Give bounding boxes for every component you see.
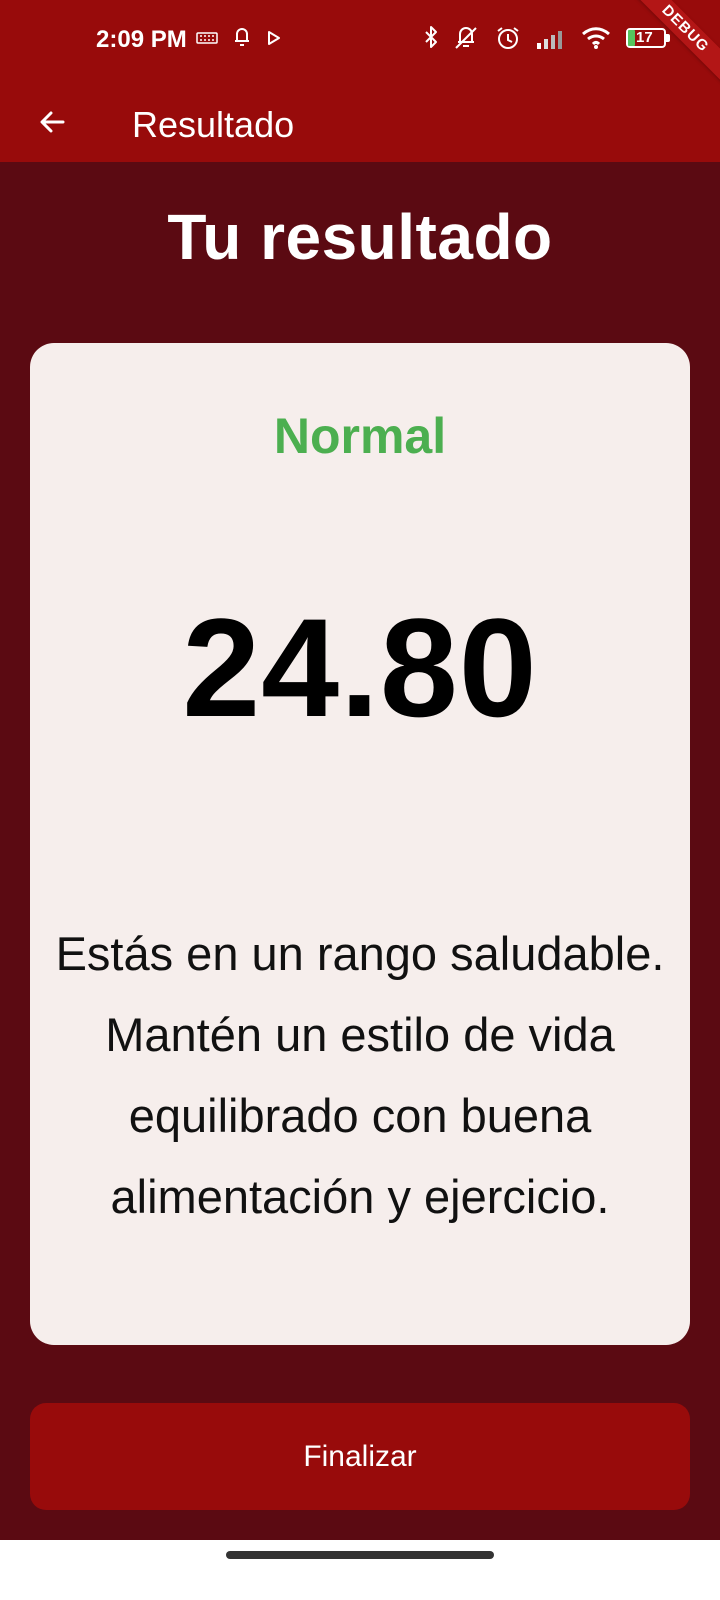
battery-level: 17 — [636, 29, 653, 46]
wifi-icon — [580, 26, 612, 50]
result-card: Normal 24.80 Estás en un rango saludable… — [30, 343, 690, 1345]
sim-card-icon — [196, 31, 218, 45]
finish-button-label: Finalizar — [303, 1439, 417, 1473]
arrow-left-icon — [37, 107, 67, 142]
result-description: Estás en un rango saludable. Mantén un e… — [55, 927, 665, 1223]
bmi-category: Normal — [273, 408, 447, 464]
alarm-icon — [494, 24, 522, 52]
page-title: Tu resultado — [167, 201, 553, 273]
battery-icon: 17 — [626, 27, 672, 49]
status-time: 2:09 PM — [96, 26, 187, 53]
notification-icon — [232, 27, 252, 49]
signal-icon — [536, 26, 566, 50]
mute-icon — [452, 24, 480, 52]
app-title: Resultado — [132, 104, 295, 145]
bottom-gesture-area — [0, 1540, 720, 1600]
finish-button[interactable]: Finalizar — [30, 1403, 690, 1510]
play-store-icon — [266, 29, 282, 47]
home-indicator[interactable] — [226, 1551, 494, 1559]
status-right-icons: 17 — [424, 24, 672, 52]
back-button[interactable] — [24, 96, 80, 152]
app-bar: Resultado — [0, 84, 720, 162]
status-bar: 2:09 PM 17 DEBUG — [0, 0, 720, 86]
bmi-value: 24.80 — [182, 589, 538, 746]
bluetooth-icon — [424, 24, 438, 52]
status-left-icons — [196, 27, 282, 49]
